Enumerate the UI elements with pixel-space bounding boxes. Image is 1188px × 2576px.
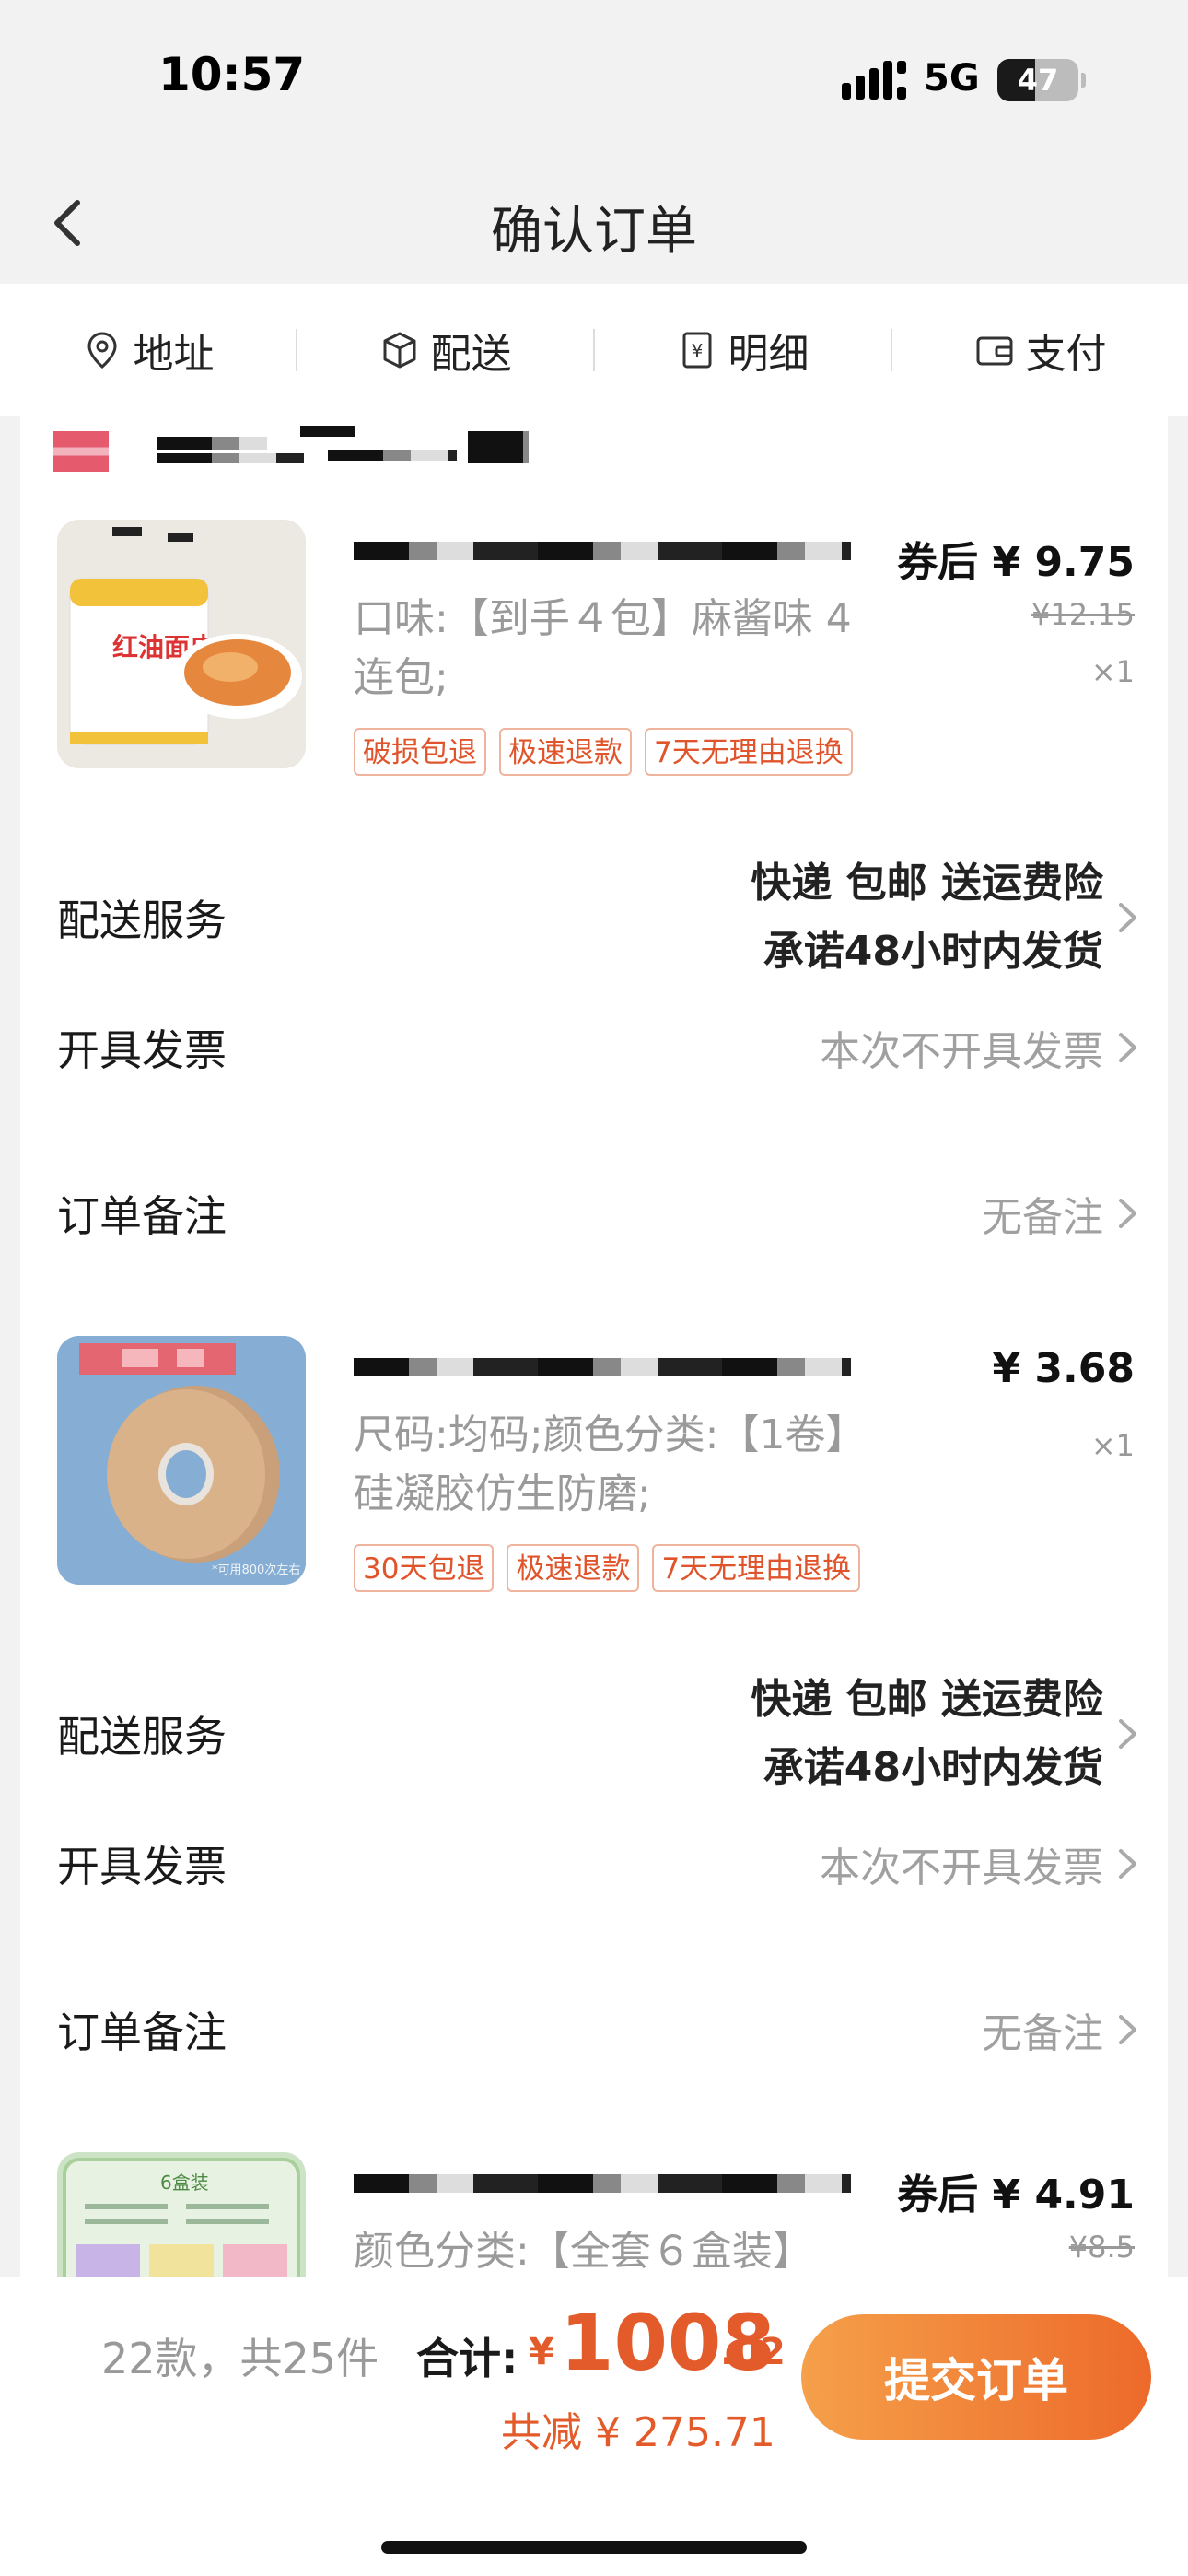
item-original-price: ¥8.5 bbox=[1068, 2230, 1135, 2265]
item-price: 券后 ¥ 4.91 bbox=[897, 2172, 1135, 2219]
delivery-line-2: 承诺48小时内发货 bbox=[763, 928, 1103, 975]
status-bar: 10:57 5G 47 bbox=[0, 0, 1188, 162]
redacted-product-title bbox=[354, 542, 851, 560]
battery-icon: 47 bbox=[997, 59, 1086, 101]
chevron-right-icon bbox=[1119, 903, 1136, 932]
tab-delivery[interactable]: 配送 bbox=[297, 284, 593, 416]
order-note-row[interactable]: 订单备注 无备注 bbox=[57, 1172, 1140, 1255]
network-label: 5G bbox=[924, 57, 980, 100]
product-image: *可用800次左右 bbox=[57, 1336, 306, 1585]
checkout-bar: 22款，共25件 合计: ¥ 1008 .02 共减 ¥ 275.71 提交订单 bbox=[0, 2277, 1188, 2576]
tab-payment[interactable]: 支付 bbox=[892, 284, 1188, 416]
home-indicator[interactable] bbox=[381, 2541, 807, 2554]
invoice-value: 本次不开具发票 bbox=[820, 1844, 1103, 1891]
chevron-right-icon bbox=[1119, 1033, 1136, 1062]
order-note-value: 无备注 bbox=[982, 2010, 1103, 2057]
page-title: 确认订单 bbox=[491, 202, 697, 262]
service-tags: 破损包退 极速退款 7天无理由退换 bbox=[354, 728, 853, 776]
item-count: 22款，共25件 bbox=[101, 2334, 379, 2383]
service-tags: 30天包退 极速退款 7天无理由退换 bbox=[354, 1544, 861, 1592]
service-tag: 7天无理由退换 bbox=[652, 1544, 861, 1592]
order-content: 红油面皮 券后 ¥ 9.75 ¥12.15 ×1 口味:【到手４包】麻酱味 4连… bbox=[20, 416, 1168, 2277]
shop-header[interactable] bbox=[53, 422, 532, 472]
service-tag: 30天包退 bbox=[354, 1544, 495, 1592]
redacted-shop-name bbox=[157, 437, 267, 450]
item-original-price: ¥12.15 bbox=[1031, 597, 1135, 632]
tab-delivery-label: 配送 bbox=[430, 331, 512, 378]
wallet-icon bbox=[976, 336, 1012, 366]
section-tab-bar: 地址 配送 ¥ 明细 支付 bbox=[0, 284, 1188, 416]
product-image: 红油面皮 bbox=[57, 520, 306, 768]
service-tag: 破损包退 bbox=[354, 728, 486, 776]
chevron-right-icon bbox=[1119, 2015, 1136, 2044]
tab-details-label: 明细 bbox=[728, 331, 809, 378]
nav-bar: 确认订单 bbox=[0, 162, 1188, 284]
invoice-row[interactable]: 开具发票 本次不开具发票 bbox=[57, 1006, 1140, 1089]
submit-order-button[interactable]: 提交订单 bbox=[801, 2314, 1151, 2440]
order-note-label: 订单备注 bbox=[57, 1191, 227, 1241]
receipt-icon: ¥ bbox=[682, 332, 711, 369]
location-pin-icon bbox=[87, 332, 117, 369]
redacted-shop-name bbox=[328, 450, 457, 461]
delivery-service-value: 快递 包邮 送运费险 承诺48小时内发货 bbox=[751, 849, 1103, 986]
service-tag: 7天无理由退换 bbox=[645, 728, 853, 776]
item-price: ¥ 3.68 bbox=[992, 1345, 1136, 1392]
chevron-right-icon bbox=[1119, 1719, 1136, 1749]
order-note-row[interactable]: 订单备注 无备注 bbox=[57, 1988, 1140, 2071]
thumb-label: *可用800次左右 bbox=[212, 1563, 300, 1577]
redacted-product-title bbox=[354, 2174, 851, 2193]
item-spec: 颜色分类:【全套６盒装】 bbox=[354, 2228, 813, 2275]
delivery-line-1: 快递 包邮 送运费险 bbox=[751, 1676, 1103, 1723]
box-icon bbox=[383, 332, 415, 369]
item-price: 券后 ¥ 9.75 bbox=[897, 539, 1135, 586]
redacted-product-title bbox=[354, 1358, 851, 1376]
item-spec: 尺码:均码;颜色分类:【1卷】硅凝胶仿生防磨; bbox=[354, 1411, 867, 1517]
total-amount-decimal: .02 bbox=[720, 2331, 786, 2373]
tab-address[interactable]: 地址 bbox=[0, 284, 296, 416]
tab-address-label: 地址 bbox=[133, 331, 215, 378]
svg-text:¥: ¥ bbox=[691, 340, 703, 362]
shop-logo bbox=[53, 431, 109, 472]
thumb-label: 6盒装 bbox=[160, 2172, 209, 2194]
delivery-service-label: 配送服务 bbox=[57, 896, 227, 945]
service-tag: 极速退款 bbox=[507, 1544, 640, 1592]
redacted-shop-name bbox=[300, 426, 355, 437]
delivery-line-1: 快递 包邮 送运费险 bbox=[751, 860, 1103, 907]
invoice-label: 开具发票 bbox=[57, 1842, 227, 1891]
status-time: 10:57 bbox=[158, 48, 306, 101]
chevron-right-icon bbox=[1119, 1199, 1136, 1228]
signal-icon bbox=[842, 61, 906, 100]
order-note-value: 无备注 bbox=[982, 1194, 1103, 1241]
invoice-value: 本次不开具发票 bbox=[820, 1028, 1103, 1075]
item-spec: 口味:【到手４包】麻酱味 4连包; bbox=[354, 595, 852, 701]
tab-payment-label: 支付 bbox=[1025, 331, 1107, 378]
item-quantity: ×1 bbox=[1090, 1428, 1135, 1463]
delivery-service-label: 配送服务 bbox=[57, 1712, 227, 1762]
discount-total: 共减 ¥ 275.71 bbox=[501, 2409, 775, 2456]
delivery-service-value: 快递 包邮 送运费险 承诺48小时内发货 bbox=[751, 1666, 1103, 1802]
product-item[interactable]: *可用800次左右 ¥ 3.68 ×1 尺码:均码;颜色分类:【1卷】硅凝胶仿生… bbox=[57, 1336, 1135, 1612]
delivery-service-row[interactable]: 配送服务 快递 包邮 送运费险 承诺48小时内发货 bbox=[57, 842, 1140, 993]
battery-level: 47 bbox=[1017, 63, 1059, 98]
item-quantity: ×1 bbox=[1090, 654, 1135, 689]
total-label: 合计: bbox=[416, 2334, 518, 2383]
order-note-label: 订单备注 bbox=[57, 2008, 227, 2057]
product-image: 6盒装 bbox=[57, 2152, 306, 2277]
delivery-service-row[interactable]: 配送服务 快递 包邮 送运费险 承诺48小时内发货 bbox=[57, 1658, 1140, 1809]
service-tag: 极速退款 bbox=[499, 728, 632, 776]
total-currency: ¥ bbox=[529, 2331, 554, 2373]
redacted-shop-name bbox=[468, 431, 529, 463]
redacted-shop-name bbox=[157, 453, 304, 463]
product-item[interactable]: 6盒装 券后 ¥ 4.91 ¥8.5 颜色分类:【全套６盒装】 bbox=[57, 2152, 1135, 2277]
product-item[interactable]: 红油面皮 券后 ¥ 9.75 ¥12.15 ×1 口味:【到手４包】麻酱味 4连… bbox=[57, 520, 1135, 796]
tab-details[interactable]: ¥ 明细 bbox=[595, 284, 891, 416]
chevron-right-icon bbox=[1119, 1849, 1136, 1879]
invoice-label: 开具发票 bbox=[57, 1025, 227, 1075]
delivery-line-2: 承诺48小时内发货 bbox=[763, 1744, 1103, 1791]
invoice-row[interactable]: 开具发票 本次不开具发票 bbox=[57, 1822, 1140, 1905]
